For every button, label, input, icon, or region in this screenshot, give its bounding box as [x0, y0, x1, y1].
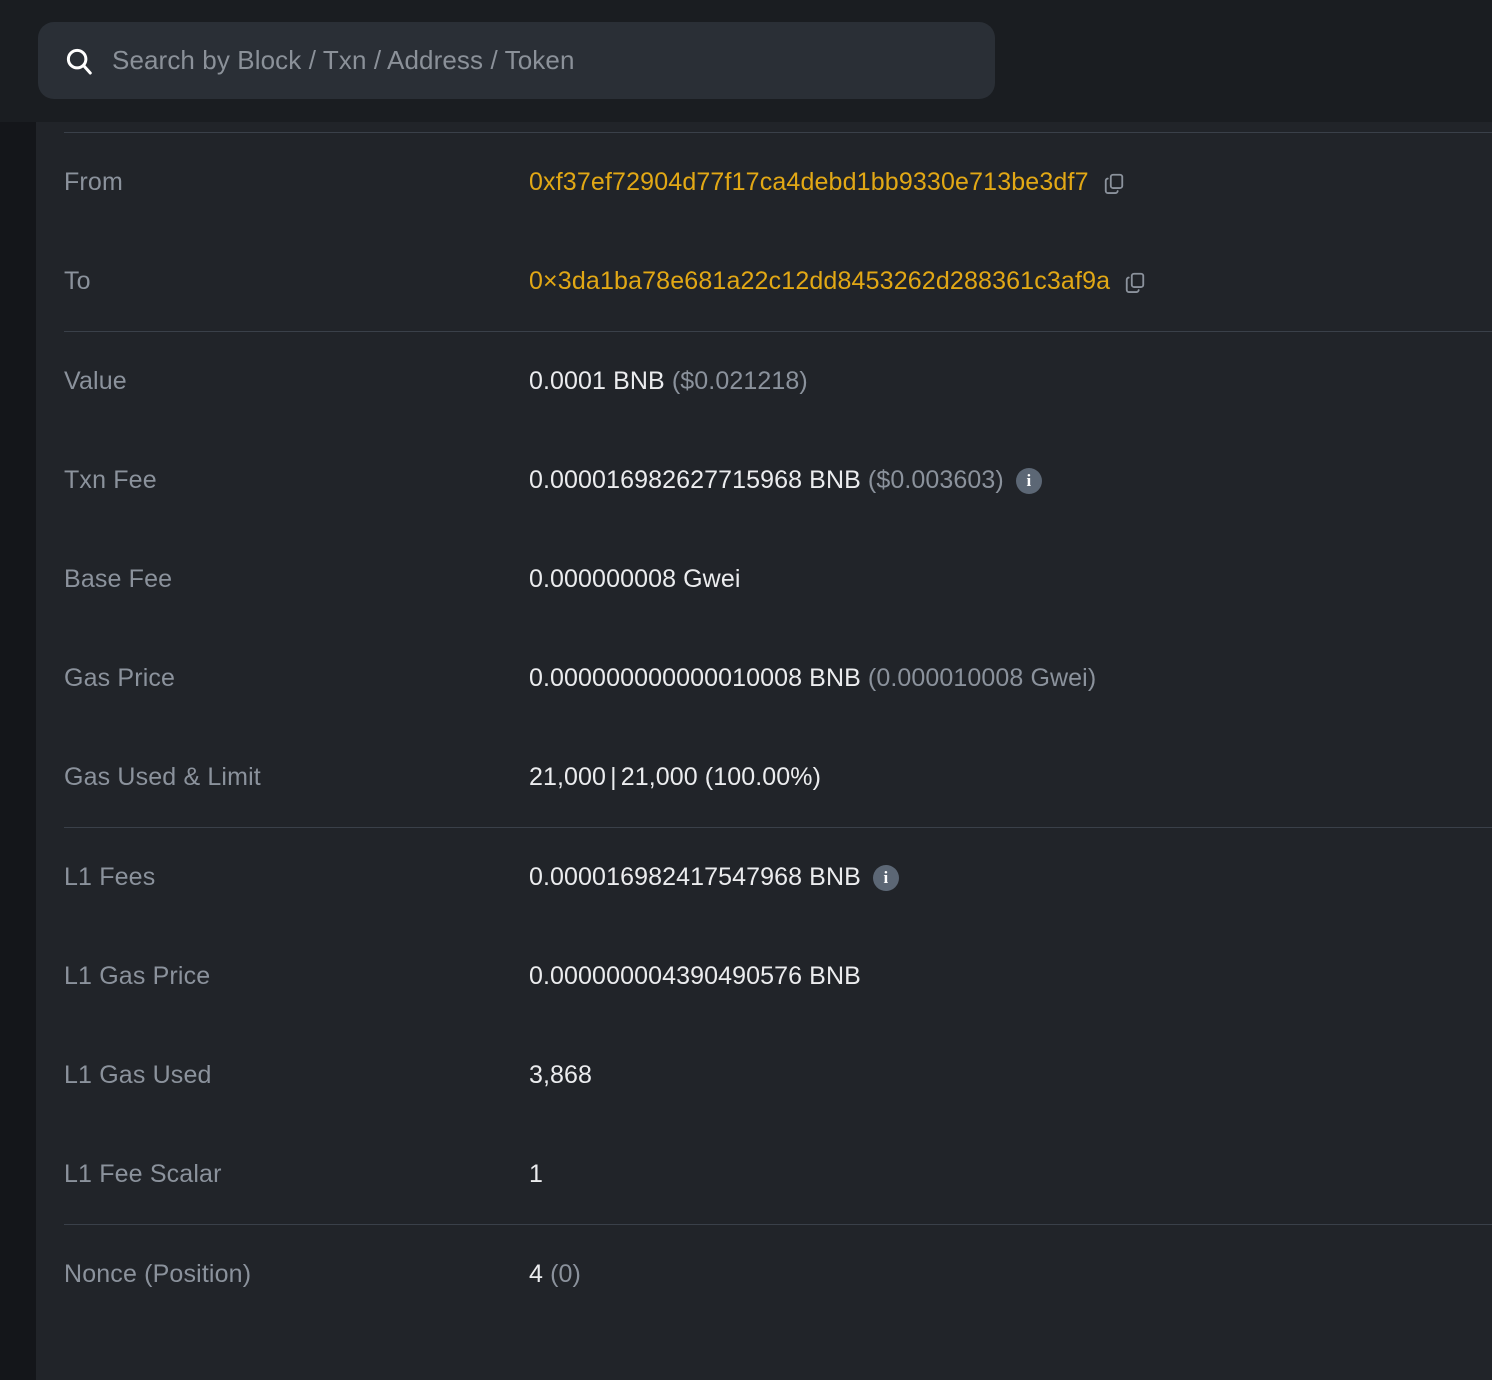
detail-rows: From 0xf37ef72904d77f17ca4debd1bb9330e713…	[36, 133, 1492, 1324]
value-text: 3,868	[529, 1061, 593, 1090]
address-link[interactable]: 0xf37ef72904d77f17ca4debd1bb9330e713be3d…	[529, 166, 1089, 199]
detail-row-value: 0.000000000000010008 BNB (0.000010008 Gw…	[529, 662, 1492, 695]
detail-row-label: Txn Fee	[64, 465, 157, 494]
detail-row: Txn Fee 0.000016982627715968 BNB ($0.0036…	[36, 431, 1492, 530]
search-header	[0, 0, 1492, 122]
copy-address-button[interactable]	[1099, 168, 1129, 198]
detail-row-value: 0.0001 BNB ($0.021218)	[529, 365, 1492, 398]
detail-row-value: 4 (0)	[529, 1258, 1492, 1291]
search-input[interactable]	[112, 45, 969, 76]
detail-row: From 0xf37ef72904d77f17ca4debd1bb9330e713…	[36, 133, 1492, 232]
detail-row-label: Base Fee	[64, 564, 173, 593]
detail-row-label: L1 Fee Scalar	[64, 1159, 222, 1188]
info-icon[interactable]: i	[1015, 467, 1042, 494]
detail-row-label: To	[64, 266, 91, 295]
detail-row-label: L1 Fees	[64, 862, 156, 891]
detail-row-label: Gas Price	[64, 663, 176, 692]
value-text: 0.0001 BNB	[529, 367, 665, 396]
value-text: 4	[529, 1260, 544, 1289]
copy-icon	[1126, 272, 1145, 293]
detail-row-value: 0xf37ef72904d77f17ca4debd1bb9330e713be3d…	[529, 166, 1492, 199]
value-text: 0.000000004390490576 BNB	[529, 962, 861, 991]
detail-row-value: 0.000000008 Gwei	[529, 563, 1492, 596]
detail-row-value: 3,868	[529, 1059, 1492, 1092]
value-secondary-text: ($0.021218)	[671, 367, 808, 396]
detail-row-value: 1	[529, 1158, 1492, 1191]
detail-row-label: Value	[64, 366, 127, 395]
gas-limit-text: 21,000 (100.00%)	[620, 763, 822, 792]
detail-row: Value 0.0001 BNB ($0.021218)	[36, 332, 1492, 431]
detail-row: Gas Price 0.000000000000010008 BNB (0.000…	[36, 629, 1492, 728]
info-icon[interactable]: i	[872, 864, 899, 891]
transaction-detail-card: From 0xf37ef72904d77f17ca4debd1bb9330e713…	[36, 122, 1492, 1380]
detail-row-label: Gas Used & Limit	[64, 762, 261, 791]
detail-row-value: 21,000 | 21,000 (100.00%)	[529, 761, 1492, 794]
value-secondary-text: (0.000010008 Gwei)	[867, 664, 1097, 693]
detail-row: L1 Gas Used 3,868	[36, 1026, 1492, 1125]
detail-row-label: L1 Gas Used	[64, 1060, 212, 1089]
detail-row: Nonce (Position) 4 (0)	[36, 1225, 1492, 1324]
search-icon	[64, 46, 94, 76]
gas-divider: |	[610, 763, 617, 792]
detail-row: L1 Gas Price 0.000000004390490576 BNB	[36, 927, 1492, 1026]
detail-row-value: 0.000016982627715968 BNB ($0.003603) i	[529, 464, 1492, 497]
copy-icon	[1104, 173, 1123, 194]
detail-row: L1 Fee Scalar 1	[36, 1125, 1492, 1224]
detail-row-label: From	[64, 167, 123, 196]
address-link[interactable]: 0×3da1ba78e681a22c12dd8453262d288361c3af…	[529, 265, 1110, 298]
detail-row: Base Fee 0.000000008 Gwei	[36, 530, 1492, 629]
value-secondary-text: (0)	[550, 1260, 581, 1289]
value-text: 1	[529, 1160, 544, 1189]
value-secondary-text: ($0.003603)	[867, 466, 1004, 495]
search-bar[interactable]	[38, 22, 995, 99]
detail-row-value: 0×3da1ba78e681a22c12dd8453262d288361c3af…	[529, 265, 1492, 298]
detail-row: Gas Used & Limit 21,000 | 21,000 (100.00%)	[36, 728, 1492, 827]
detail-row-label: Nonce (Position)	[64, 1259, 252, 1288]
detail-row: To 0×3da1ba78e681a22c12dd8453262d288361c3…	[36, 232, 1492, 331]
detail-row-value: 0.000000004390490576 BNB	[529, 960, 1492, 993]
copy-address-button[interactable]	[1120, 267, 1150, 297]
detail-row: L1 Fees 0.000016982417547968 BNB i	[36, 828, 1492, 927]
value-text: 0.000000000000010008 BNB	[529, 664, 861, 693]
value-text: 0.000000008 Gwei	[529, 565, 741, 594]
transaction-details-page: From 0xf37ef72904d77f17ca4debd1bb9330e713…	[0, 0, 1492, 1380]
value-text: 0.000016982627715968 BNB	[529, 466, 861, 495]
left-rail	[0, 122, 36, 1380]
detail-row-label: L1 Gas Price	[64, 961, 211, 990]
detail-row-value: 0.000016982417547968 BNB i	[529, 861, 1492, 894]
value-text: 0.000016982417547968 BNB	[529, 863, 861, 892]
gas-used-text: 21,000	[529, 763, 607, 792]
